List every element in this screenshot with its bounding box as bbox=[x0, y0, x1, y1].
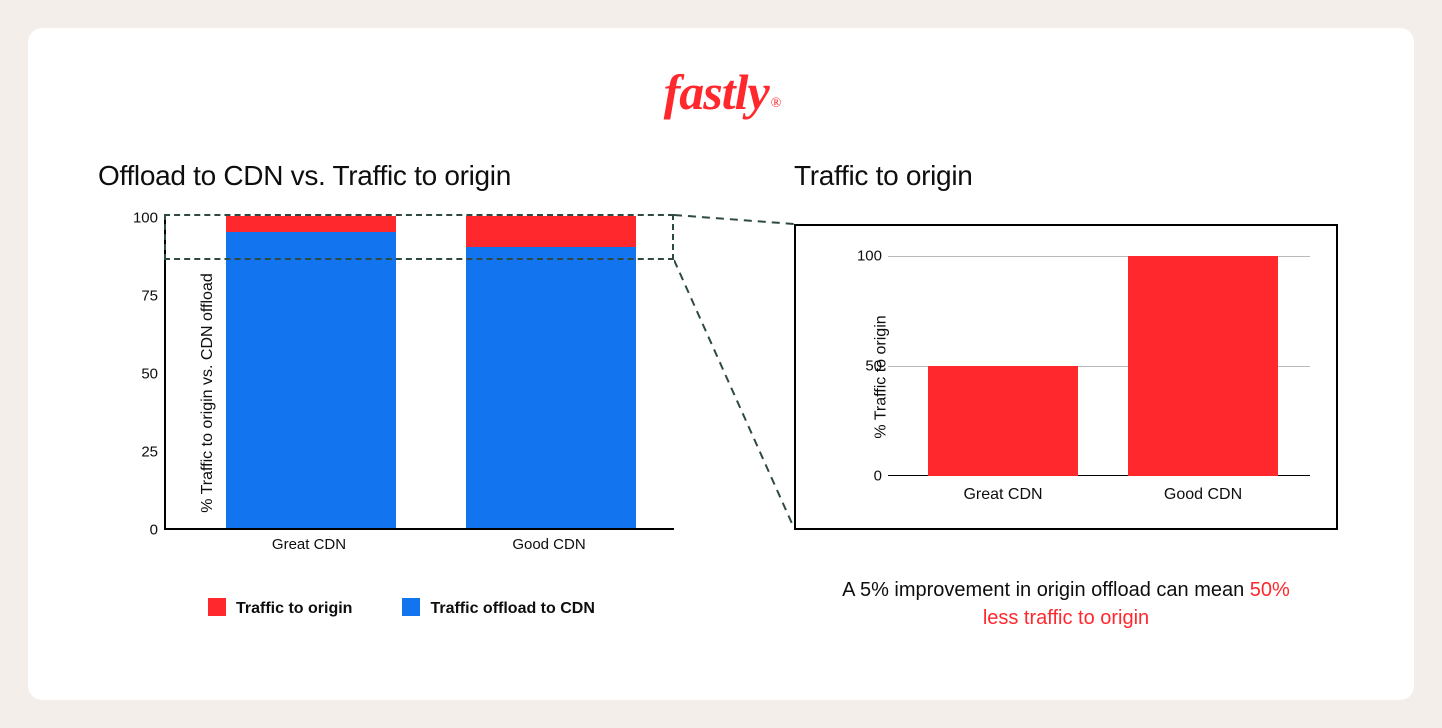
connector-lines bbox=[674, 214, 796, 530]
highlight-box bbox=[164, 214, 674, 260]
right-plot-area bbox=[888, 256, 1310, 476]
caption-text-a: A 5% improvement in origin offload can m… bbox=[842, 579, 1250, 601]
fastly-logo-text: fastly® bbox=[664, 63, 779, 121]
right-ytick-100: 100 bbox=[802, 248, 882, 265]
left-plot-area bbox=[164, 218, 674, 530]
legend-label-offload: Traffic offload to CDN bbox=[430, 600, 594, 617]
left-xcat-good: Good CDN bbox=[512, 536, 585, 553]
bar-great-offload bbox=[226, 232, 396, 528]
left-xcat-great: Great CDN bbox=[272, 536, 346, 553]
registered-icon: ® bbox=[771, 96, 781, 111]
left-ytick-50: 50 bbox=[98, 366, 158, 383]
left-legend: Traffic to origin Traffic offload to CDN bbox=[208, 598, 595, 618]
right-ytick-50: 50 bbox=[802, 358, 882, 375]
right-caption: A 5% improvement in origin offload can m… bbox=[838, 576, 1294, 632]
left-ytick-25: 25 bbox=[98, 444, 158, 461]
bar-right-good bbox=[1128, 256, 1278, 476]
right-ytick-0: 0 bbox=[802, 468, 882, 485]
right-chart: % Traffic to origin 0 50 100 Great CDN G… bbox=[794, 224, 1338, 530]
legend-label-origin: Traffic to origin bbox=[236, 600, 352, 617]
right-xcat-great: Great CDN bbox=[963, 486, 1042, 504]
left-ytick-100: 100 bbox=[98, 210, 158, 227]
right-chart-title: Traffic to origin bbox=[794, 160, 973, 192]
fastly-logo: fastly® bbox=[636, 64, 806, 120]
left-chart: % Traffic to origin vs. CDN offload 0 25… bbox=[98, 218, 674, 568]
legend-item-offload: Traffic offload to CDN bbox=[402, 598, 594, 618]
logo-word: fastly bbox=[664, 64, 769, 120]
left-ytick-75: 75 bbox=[98, 288, 158, 305]
card: fastly® Offload to CDN vs. Traffic to or… bbox=[28, 28, 1414, 700]
bar-right-great bbox=[928, 366, 1078, 476]
bar-good-offload bbox=[466, 247, 636, 528]
left-chart-title: Offload to CDN vs. Traffic to origin bbox=[98, 160, 511, 192]
right-xcat-good: Good CDN bbox=[1164, 486, 1242, 504]
legend-swatch-red bbox=[208, 598, 226, 616]
legend-swatch-blue bbox=[402, 598, 420, 616]
left-ytick-0: 0 bbox=[98, 522, 158, 539]
legend-item-origin: Traffic to origin bbox=[208, 598, 352, 618]
